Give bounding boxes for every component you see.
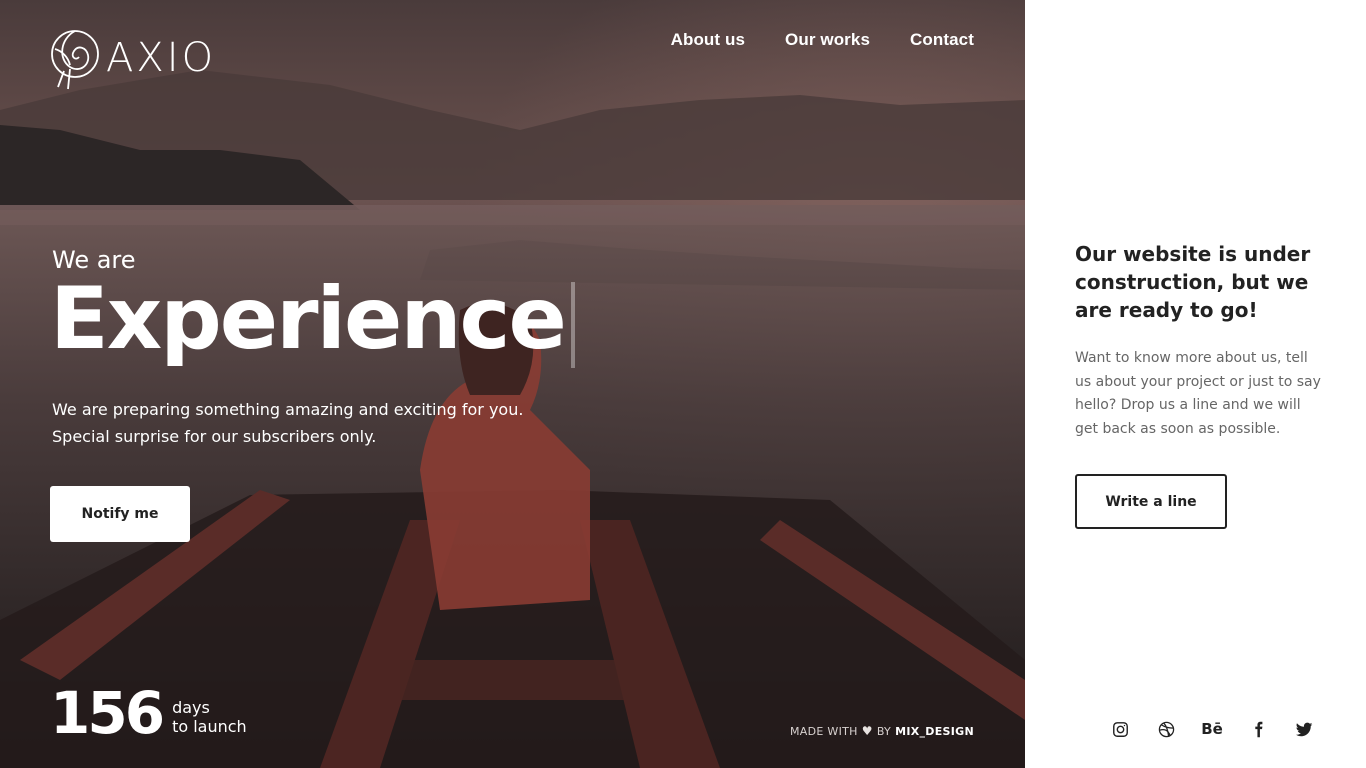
countdown-unit: days — [172, 698, 210, 717]
dribbble-icon — [1158, 721, 1174, 737]
brand-name: AXIO — [106, 35, 217, 81]
main-nav: About us Our works Contact — [671, 30, 974, 50]
hero-subtext: We are preparing something amazing and e… — [52, 396, 572, 450]
heart-icon: ♥ — [861, 724, 873, 738]
social-links: Bē — [1108, 717, 1316, 741]
hero-section: AXIO About us Our works Contact We are E… — [0, 0, 1025, 768]
hero-headline: Experience — [50, 276, 575, 368]
made-by-text: BY — [876, 724, 892, 738]
typing-cursor — [570, 282, 575, 368]
shell-icon — [51, 30, 99, 90]
write-a-line-button[interactable]: Write a line — [1075, 474, 1227, 529]
notify-me-button[interactable]: Notify me — [50, 486, 190, 542]
behance-link[interactable]: Bē — [1200, 717, 1224, 741]
hero-subtext-line-2: Special surprise for our subscribers onl… — [52, 427, 377, 446]
info-panel: Our website is under construction, but w… — [1025, 0, 1366, 768]
hero-background-image — [0, 0, 1025, 768]
brand-logo[interactable]: AXIO — [50, 29, 216, 91]
behance-icon: Bē — [1201, 720, 1223, 738]
countdown: 156 days to launch — [50, 684, 247, 742]
nav-link-works[interactable]: Our works — [785, 30, 870, 50]
twitter-icon — [1295, 722, 1312, 736]
facebook-icon — [1254, 721, 1262, 737]
panel-title: Our website is under construction, but w… — [1075, 242, 1311, 322]
made-with-text: MADE WITH — [790, 724, 858, 738]
hero-headline-text: Experience — [50, 269, 567, 369]
hero-subtext-line-1: We are preparing something amazing and e… — [52, 400, 524, 419]
panel-description: Want to know more about us, tell us abou… — [1075, 350, 1321, 437]
made-with-credit: MADE WITH ♥ BY MIX_DESIGN — [790, 724, 974, 738]
author-link[interactable]: MIX_DESIGN — [895, 725, 974, 738]
countdown-caption: to launch — [172, 717, 247, 736]
instagram-icon — [1112, 721, 1128, 737]
countdown-number: 156 — [50, 679, 165, 747]
nav-link-contact[interactable]: Contact — [910, 30, 974, 50]
nav-link-about[interactable]: About us — [671, 30, 745, 50]
countdown-label: days to launch — [172, 698, 247, 736]
twitter-link[interactable] — [1292, 717, 1316, 741]
instagram-link[interactable] — [1108, 717, 1132, 741]
dribbble-link[interactable] — [1154, 717, 1178, 741]
facebook-link[interactable] — [1246, 717, 1270, 741]
